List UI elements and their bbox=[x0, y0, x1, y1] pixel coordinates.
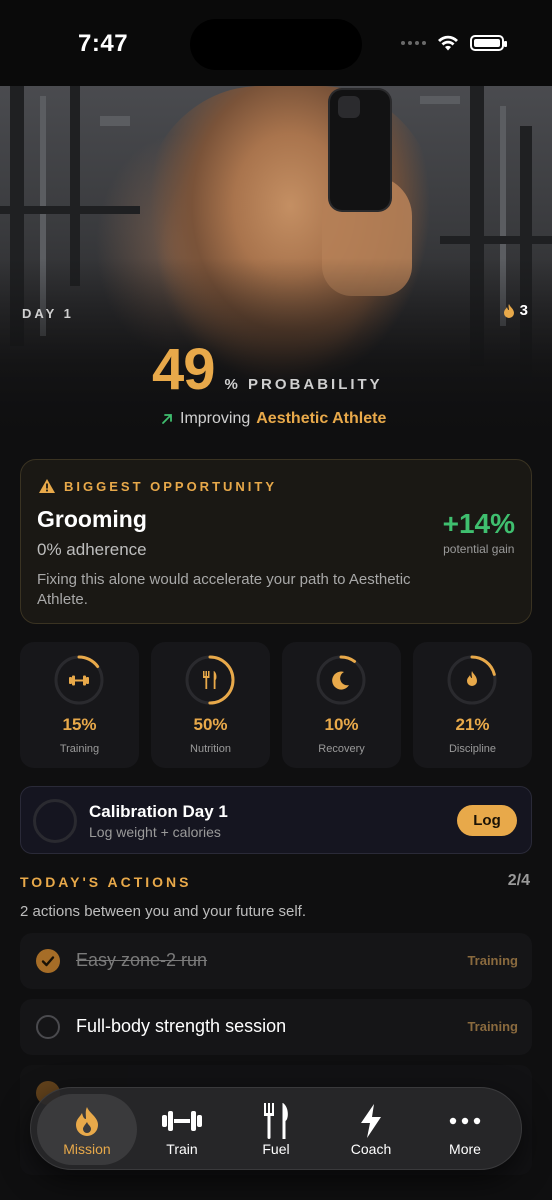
metric-value: 15% bbox=[62, 715, 97, 734]
metric-value: 21% bbox=[455, 715, 490, 734]
dynamic-island bbox=[190, 19, 362, 70]
metric-label: Training bbox=[59, 743, 100, 755]
actions-subtitle: 2 actions between you and your future se… bbox=[20, 903, 307, 920]
metric-value: 50% bbox=[193, 715, 228, 734]
tab-label: Coach bbox=[350, 1141, 392, 1157]
probability-label: % PROBABILITY bbox=[224, 376, 383, 393]
tab-label: Fuel bbox=[262, 1141, 290, 1157]
metric-value: 10% bbox=[324, 715, 359, 734]
pillar-metrics: 15% Training 50% Nutrition 10% Recovery bbox=[20, 642, 532, 768]
probability-readout: 49 % PROBABILITY bbox=[152, 336, 383, 403]
metric-training[interactable]: 15% Training bbox=[20, 642, 139, 768]
arrow-up-right-icon bbox=[162, 414, 172, 424]
battery-icon bbox=[470, 35, 507, 51]
probability-value: 49 bbox=[152, 337, 216, 402]
tab-label: More bbox=[449, 1141, 481, 1157]
action-checkbox-checked[interactable] bbox=[36, 949, 60, 973]
action-item[interactable]: Full-body strength session Training bbox=[20, 999, 532, 1055]
action-item[interactable]: Easy zone-2 run Training bbox=[20, 933, 532, 989]
flame-icon bbox=[76, 1107, 98, 1136]
wifi-icon bbox=[438, 35, 458, 51]
opportunity-title: BIGGEST OPPORTUNITY bbox=[64, 478, 278, 494]
tab-train[interactable]: Train bbox=[132, 1094, 232, 1165]
discipline-progress-ring bbox=[447, 655, 497, 705]
metric-label: Nutrition bbox=[190, 743, 231, 755]
dumbbell-icon bbox=[69, 675, 89, 686]
gain-value: +14% bbox=[442, 508, 515, 539]
fork-knife-icon bbox=[203, 671, 217, 689]
nutrition-progress-ring bbox=[185, 655, 235, 705]
log-button[interactable]: Log bbox=[457, 805, 517, 836]
metric-label: Recovery bbox=[318, 743, 365, 755]
opportunity-name: Grooming bbox=[37, 506, 147, 532]
status-bar: 7:47 bbox=[0, 0, 552, 86]
action-label: Full-body strength session bbox=[76, 1016, 287, 1036]
flame-icon bbox=[467, 671, 477, 686]
moon-icon bbox=[332, 671, 349, 690]
day-label: DAY 1 bbox=[22, 306, 74, 321]
bolt-icon bbox=[361, 1104, 381, 1138]
training-progress-ring bbox=[54, 655, 104, 705]
more-dots-icon bbox=[449, 1117, 481, 1125]
action-tag: Training bbox=[467, 1019, 518, 1034]
checkmark-icon bbox=[41, 956, 55, 967]
cellular-signal-icon bbox=[401, 41, 426, 45]
recovery-progress-ring bbox=[316, 655, 366, 705]
improving-text: Improving bbox=[180, 410, 251, 427]
biggest-opportunity-card[interactable]: BIGGEST OPPORTUNITY Grooming 0% adherenc… bbox=[20, 459, 532, 624]
opportunity-header: BIGGEST OPPORTUNITY bbox=[38, 478, 277, 494]
opportunity-adherence: 0% adherence bbox=[37, 540, 147, 559]
tab-more[interactable]: More bbox=[415, 1094, 515, 1165]
calibration-card[interactable]: Calibration Day 1 Log weight + calories … bbox=[20, 786, 532, 854]
potential-gain: +14% potential gain bbox=[443, 508, 515, 556]
actions-section-title: TODAY'S ACTIONS bbox=[20, 874, 192, 890]
action-label: Easy zone-2 run bbox=[76, 950, 208, 970]
tab-label: Mission bbox=[63, 1141, 111, 1157]
actions-count: 2/4 bbox=[507, 872, 530, 889]
tab-coach[interactable]: Coach bbox=[321, 1094, 421, 1165]
calibration-subtitle: Log weight + calories bbox=[89, 824, 221, 840]
warning-icon bbox=[39, 479, 55, 493]
improving-row: Improving Aesthetic Athlete bbox=[160, 410, 386, 428]
tab-fuel[interactable]: Fuel bbox=[226, 1094, 326, 1165]
tab-label: Train bbox=[166, 1141, 198, 1157]
status-time: 7:47 bbox=[78, 30, 129, 57]
calibration-progress-circle bbox=[33, 799, 77, 843]
streak-counter: 3 bbox=[502, 302, 528, 319]
action-checkbox[interactable] bbox=[36, 1015, 60, 1039]
metric-discipline[interactable]: 21% Discipline bbox=[413, 642, 532, 768]
flame-icon bbox=[503, 303, 514, 318]
streak-count: 3 bbox=[519, 302, 528, 319]
dumbbell-icon bbox=[162, 1111, 202, 1131]
fork-knife-icon bbox=[264, 1103, 288, 1139]
tab-bar: Mission Train Fuel Coach More bbox=[30, 1087, 522, 1170]
target-archetype[interactable]: Aesthetic Athlete bbox=[256, 410, 386, 428]
gain-label: potential gain bbox=[443, 542, 515, 556]
opportunity-description: Fixing this alone would accelerate your … bbox=[37, 571, 411, 608]
metric-recovery[interactable]: 10% Recovery bbox=[282, 642, 401, 768]
action-tag: Training bbox=[467, 953, 518, 968]
metric-nutrition[interactable]: 50% Nutrition bbox=[151, 642, 270, 768]
metric-label: Discipline bbox=[448, 743, 497, 755]
calibration-title: Calibration Day 1 bbox=[89, 802, 228, 821]
status-icons bbox=[401, 34, 507, 52]
tab-mission[interactable]: Mission bbox=[37, 1094, 137, 1165]
